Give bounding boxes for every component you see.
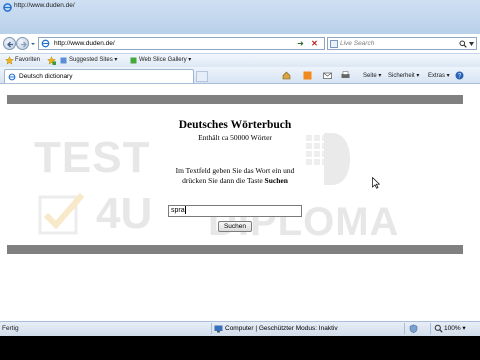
- page-icon: [41, 39, 50, 48]
- screen-bottom-bar: [0, 336, 480, 360]
- status-separator: [404, 323, 405, 334]
- page-menu[interactable]: Seite ▾: [363, 71, 381, 82]
- recent-pages-dropdown[interactable]: [30, 41, 36, 47]
- watermark-4u: 4U: [96, 189, 153, 238]
- globe-zone-icon: [214, 325, 223, 333]
- bottom-grey-band: [7, 245, 463, 254]
- zoom-level[interactable]: 100% ▾: [444, 324, 466, 333]
- instruction-bold-word: Suchen: [264, 176, 288, 185]
- word-input-value: spra: [171, 207, 185, 214]
- home-icon[interactable]: [282, 71, 291, 80]
- mouse-pointer-icon: [372, 177, 380, 189]
- stop-icon[interactable]: ✕: [310, 38, 319, 49]
- text-caret: [184, 206, 186, 215]
- address-url[interactable]: http://www.duden.de/: [54, 39, 115, 49]
- word-input-field[interactable]: spra: [168, 205, 302, 217]
- instruction-text: Im Textfeld geben Sie das Wort ein und d…: [0, 166, 470, 186]
- safety-menu[interactable]: Sicherheit ▾: [388, 71, 419, 82]
- suggested-sites-icon: [60, 57, 67, 64]
- search-input[interactable]: Live Search: [327, 37, 477, 50]
- status-separator: [211, 323, 212, 334]
- zoom-icon[interactable]: [434, 324, 443, 333]
- window-title-bar: http://www.duden.de/: [0, 0, 480, 34]
- feeds-icon[interactable]: [303, 71, 312, 80]
- top-grey-band: [7, 95, 463, 104]
- status-separator: [430, 323, 431, 334]
- search-icon[interactable]: [459, 40, 467, 48]
- tools-menu[interactable]: Extras ▾: [428, 71, 450, 82]
- watermark-checkmark-icon: [38, 193, 85, 235]
- tab-page-icon: [8, 73, 16, 81]
- ie-icon: [3, 3, 12, 12]
- tab-label: Deutsch dictionary: [19, 73, 73, 80]
- page-subtitle: Enthält ca 50000 Wörter: [198, 133, 272, 142]
- go-arrow-icon[interactable]: ➜: [296, 38, 305, 49]
- back-arrow-icon: [7, 41, 13, 48]
- add-favorite-icon[interactable]: [47, 56, 56, 65]
- suggested-sites-link[interactable]: Suggested Sites ▾: [69, 55, 117, 66]
- tab-deutsch-dictionary[interactable]: Deutsch dictionary: [4, 69, 194, 83]
- search-placeholder: Live Search: [340, 40, 375, 47]
- suchen-button[interactable]: Suchen: [218, 221, 252, 232]
- window-title: http://www.duden.de/: [14, 2, 75, 9]
- web-slice-icon: [130, 57, 137, 64]
- instruction-line-1: Im Textfeld geben Sie das Wort ein und: [175, 166, 295, 175]
- new-tab-button[interactable]: [196, 71, 208, 82]
- help-icon[interactable]: ?: [455, 71, 464, 80]
- back-button[interactable]: [3, 37, 16, 50]
- forward-arrow-icon: [21, 41, 27, 48]
- favorites-star-icon[interactable]: [5, 56, 14, 65]
- print-icon[interactable]: [341, 71, 350, 80]
- web-slice-gallery-link[interactable]: Web Slice Gallery ▾: [139, 55, 191, 66]
- live-search-logo-icon: [330, 40, 338, 48]
- mail-icon[interactable]: [323, 71, 332, 80]
- security-zone-text: Computer | Geschützter Modus: Inaktiv: [225, 325, 338, 332]
- favorites-button[interactable]: Favoriten: [15, 55, 40, 66]
- search-options-dropdown[interactable]: [469, 42, 474, 46]
- address-bar[interactable]: http://www.duden.de/: [38, 37, 325, 50]
- status-text: Fertig: [2, 325, 19, 332]
- protected-mode-icon[interactable]: [409, 324, 418, 333]
- forward-button[interactable]: [16, 37, 29, 50]
- page-content: TEST 4U DIPLOMA Deutsches Wörterbuch Ent…: [0, 85, 480, 321]
- instruction-line-2: drücken Sie dann die Taste: [182, 176, 265, 185]
- page-title: Deutsches Wörterbuch: [178, 119, 292, 131]
